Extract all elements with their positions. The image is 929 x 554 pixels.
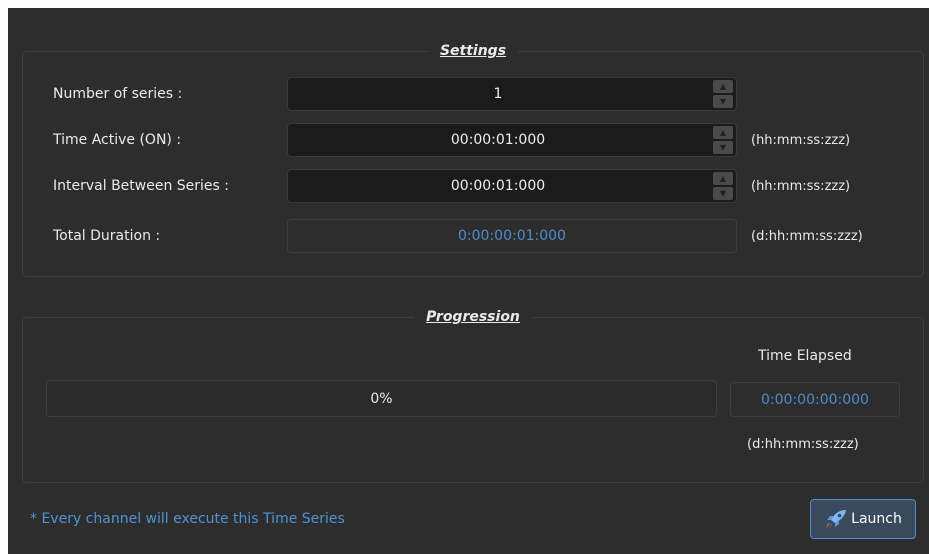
settings-title: Settings [427, 43, 519, 59]
total-duration-label: Total Duration : [53, 228, 161, 244]
chevron-up-icon[interactable]: ▲ [713, 80, 733, 93]
spin-arrows: ▲ ▼ [713, 80, 733, 108]
number-of-series-spinbox[interactable]: 1 ▲ ▼ [287, 77, 737, 111]
launch-label[interactable]: Launch [851, 511, 902, 527]
time-elapsed-unit: (d:hh:mm:ss:zzz) [747, 437, 859, 452]
total-duration-value: 0:00:00:01:000 [287, 219, 737, 253]
interval-value[interactable]: 00:00:01:000 [288, 170, 708, 202]
chevron-down-icon[interactable]: ▼ [713, 95, 733, 108]
settings-title-wrap: Settings [23, 43, 923, 59]
spin-arrows: ▲ ▼ [713, 172, 733, 200]
time-active-label: Time Active (ON) : [53, 132, 182, 148]
time-elapsed-value: 0:00:00:00:000 [730, 382, 900, 417]
time-active-spinbox[interactable]: 00:00:01:000 ▲ ▼ [287, 123, 737, 157]
chevron-up-icon[interactable]: ▲ [713, 172, 733, 185]
time-elapsed-label: Time Elapsed [758, 348, 852, 364]
progress-bar: 0% [46, 380, 717, 417]
progress-text: 0% [370, 390, 393, 407]
time-active-value[interactable]: 00:00:01:000 [288, 124, 708, 156]
time-series-panel: Settings Number of series : 1 ▲ ▼ Time A… [8, 8, 929, 554]
spin-arrows: ▲ ▼ [713, 126, 733, 154]
number-of-series-value[interactable]: 1 [288, 78, 708, 110]
interval-label: Interval Between Series : [53, 178, 229, 194]
chevron-down-icon[interactable]: ▼ [713, 141, 733, 154]
total-duration-unit: (d:hh:mm:ss:zzz) [751, 229, 863, 244]
chevron-down-icon[interactable]: ▼ [713, 187, 733, 200]
footer-note: * Every channel will execute this Time S… [30, 511, 345, 527]
chevron-up-icon[interactable]: ▲ [713, 126, 733, 139]
progression-title-wrap: Progression [23, 309, 923, 325]
time-active-unit: (hh:mm:ss:zzz) [751, 133, 851, 148]
interval-unit: (hh:mm:ss:zzz) [751, 179, 851, 194]
launch-button[interactable]: Launch [810, 499, 916, 539]
rocket-icon [824, 508, 848, 530]
interval-spinbox[interactable]: 00:00:01:000 ▲ ▼ [287, 169, 737, 203]
number-of-series-label: Number of series : [53, 86, 183, 102]
progression-title: Progression [414, 309, 532, 325]
